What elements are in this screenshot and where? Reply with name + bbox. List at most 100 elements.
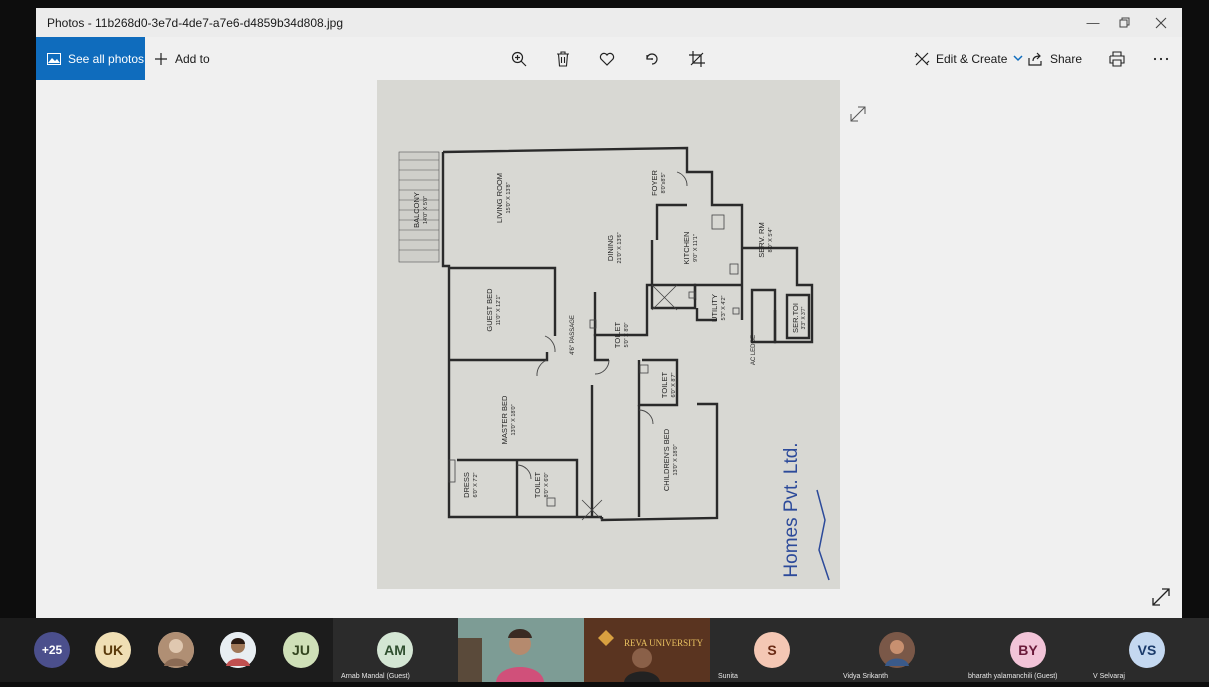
share-label: Share [1050,51,1083,66]
window-title: Photos - 11b268d0-3e7d-4de7-a7e6-d4859b3… [47,16,344,30]
share-button[interactable]: Share [1028,37,1082,80]
tile-v-selvaraj[interactable]: VS V Selvaraj [1085,618,1209,682]
print-icon [1109,50,1125,67]
tile-video-1[interactable] [458,618,584,682]
crop-icon [689,50,705,67]
room-label-toilet-2: TOILET [660,372,669,399]
room-size-dress: 6'0" X 7'2" [473,472,479,497]
tile-sunita[interactable]: S Sunita [710,618,835,682]
avatar-am: AM [377,632,413,668]
print-button[interactable] [1102,37,1132,80]
photo-canvas[interactable]: BALCONY 14'0" X 5'0" LIVING ROOM 15'0" X… [36,80,1182,618]
avatar-vs: VS [1129,632,1165,668]
room-size-living: 15'0" X 13'8" [506,182,512,213]
photos-icon [47,52,61,65]
minimize-icon: — [1086,15,1100,30]
restore-button[interactable] [1106,8,1144,37]
person-photo-icon [879,632,915,668]
tile-video-2[interactable]: REVA UNIVERSITY [584,618,710,682]
room-label-childrens-bed: CHILDREN'S BED [662,428,671,491]
participant-name: Sunita [718,673,738,680]
rotate-button[interactable] [637,37,667,80]
favorite-button[interactable] [592,37,622,80]
video-feed [584,618,710,682]
fullscreen-icon[interactable] [1150,586,1172,608]
floorplan-photo: BALCONY 14'0" X 5'0" LIVING ROOM 15'0" X… [377,80,840,589]
expand-photo-icon[interactable] [848,104,868,124]
room-label-ser-toi: SER.TOI [791,303,800,333]
room-label-serv-rm: SERV. RM [757,222,766,257]
tile-arnab-mandal[interactable]: AM Arnab Mandal (Guest) [333,618,458,682]
passage-label: 4'6" PASSAGE [570,315,576,355]
overflow-participants[interactable]: +25 [34,632,70,668]
avatar-uk[interactable]: UK [95,632,131,668]
person-photo-icon [220,632,256,668]
room-size-toilet-1: 5'0" X 8'0" [624,322,630,347]
zoom-in-icon [511,51,527,66]
room-size-utility: 5'3" X 4'2" [721,295,727,320]
tile-bharath[interactable]: BY bharath yalamanchili (Guest) [960,618,1085,682]
university-banner: REVA UNIVERSITY [624,638,704,648]
participant-name: bharath yalamanchili (Guest) [968,673,1058,680]
room-label-dining: DINING [606,235,615,261]
room-label-balcony: BALCONY [412,192,421,228]
room-size-toilet-3: 8'0" X 6'0" [544,472,550,497]
brand-text: Homes Pvt. Ltd. [781,442,802,577]
avatar-photo-1[interactable] [158,632,194,668]
close-icon [1155,17,1167,28]
room-size-serv-rm: 8'0" X 5'4" [768,227,774,252]
room-size-ser-toi: 3'3" X 3'7" [801,306,807,329]
room-size-balcony: 14'0" X 5'0" [423,196,429,224]
avatar-photo-vidya [879,632,915,668]
restore-icon [1119,17,1130,27]
edit-create-icon [914,52,930,65]
room-label-toilet-3: TOILET [533,472,542,499]
trash-icon [557,50,569,67]
room-label-dress: DRESS [462,472,471,498]
meeting-participants-strip: +25 UK JU AM Arnab Mandal (Guest) REVA U… [0,618,1209,682]
edit-create-label: Edit & Create [936,51,1008,66]
share-icon [1028,52,1042,66]
room-label-living: LIVING ROOM [495,173,504,223]
room-size-master-bed: 13'0" X 18'0" [511,404,517,435]
room-label-guest-bed: GUEST BED [485,288,494,332]
delete-button[interactable] [548,37,578,80]
plus-icon [155,52,167,65]
add-to-button[interactable]: Add to [154,37,210,80]
room-label-utility: UTILITY [710,294,719,322]
add-to-label: Add to [175,51,210,66]
participant-name: V Selvaraj [1093,673,1125,680]
room-size-childrens-bed: 13'0" X 18'0" [673,444,679,475]
participant-name: Vidya Srikanth [843,673,889,680]
edit-create-button[interactable]: Edit & Create [914,37,1023,80]
tile-vidya-srikanth[interactable]: Vidya Srikanth [835,618,960,682]
floorplan-drawing: BALCONY 14'0" X 5'0" LIVING ROOM 15'0" X… [377,80,840,589]
chevron-down-icon [1013,55,1023,62]
title-bar[interactable]: Photos - 11b268d0-3e7d-4de7-a7e6-d4859b3… [36,8,1182,37]
heart-icon [599,52,615,66]
room-size-kitchen: 9'0" X 11'1" [693,234,699,262]
photos-window: Photos - 11b268d0-3e7d-4de7-a7e6-d4859b3… [36,8,1182,618]
more-icon [1153,57,1169,60]
more-options-button[interactable] [1146,37,1176,80]
room-label-master-bed: MASTER BED [500,395,509,444]
rotate-icon [646,52,658,65]
room-label-toilet-1: TOILET [613,322,622,349]
see-all-photos-button[interactable]: See all photos [36,37,145,80]
see-all-photos-label: See all photos [68,51,145,66]
avatar-ju[interactable]: JU [283,632,319,668]
crop-button[interactable] [682,37,712,80]
close-button[interactable] [1142,8,1180,37]
avatar-photo-2[interactable] [220,632,256,668]
room-size-guest-bed: 11'0" X 12'1" [496,295,502,326]
photo-toolbar: See all photos Add to Edit & Create Shar… [36,37,1182,80]
room-size-toilet-2: 6'0" X 8'7" [671,372,677,397]
room-label-kitchen: KITCHEN [682,232,691,265]
ac-ledge-label: AC LEDGE [751,335,757,365]
video-feed [458,618,584,682]
avatar-by: BY [1010,632,1046,668]
person-photo-icon [158,632,194,668]
participant-name: Arnab Mandal (Guest) [341,673,410,680]
avatar-s: S [754,632,790,668]
zoom-button[interactable] [504,37,534,80]
